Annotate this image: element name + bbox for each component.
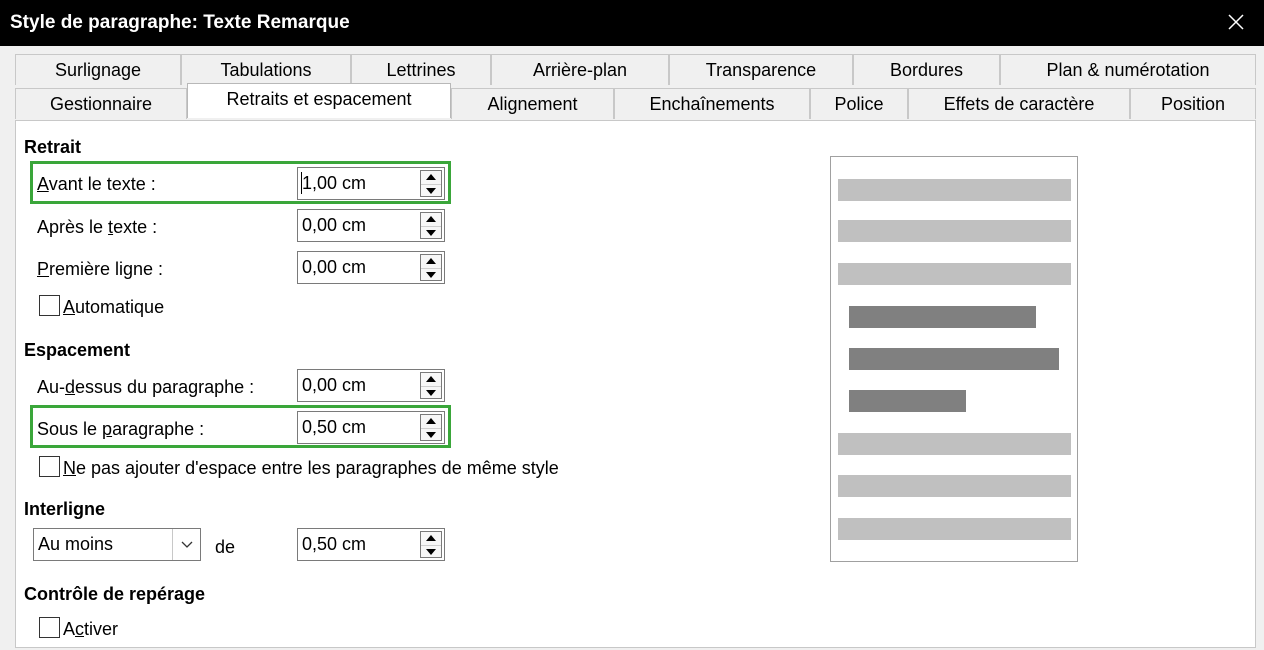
premiere-ligne-spinner [420, 254, 442, 281]
tab-transparence[interactable]: Transparence [669, 54, 853, 85]
decrement-button[interactable] [421, 428, 441, 441]
interligne-spinner [420, 531, 442, 558]
increment-button[interactable] [421, 255, 441, 268]
interligne-select[interactable]: Au moins [33, 528, 201, 561]
sous-paragraphe-label: Sous le paragraphe : [37, 419, 205, 439]
tab-surlignage[interactable]: Surlignage [15, 54, 181, 85]
increment-button[interactable] [421, 415, 441, 428]
increment-button[interactable] [421, 213, 441, 226]
chevron-down-icon [181, 541, 193, 548]
tab-alignement[interactable]: Alignement [451, 88, 614, 119]
tab-enchainements[interactable]: Enchaînements [614, 88, 810, 119]
espacement-heading: Espacement [24, 340, 131, 360]
decrement-button[interactable] [421, 268, 441, 281]
dessus-paragraphe-label: Au-dessus du paragraphe : [37, 377, 255, 397]
retrait-heading: Retrait [24, 137, 82, 157]
window-title: Style de paragraphe: Texte Remarque [10, 12, 350, 33]
dessus-paragraphe-field[interactable]: 0,00 cm [297, 369, 445, 402]
preview-current-line [849, 306, 1036, 328]
up-arrow-icon [426, 258, 436, 264]
up-arrow-icon [426, 535, 436, 541]
avant-texte-label: Avant le texte : [37, 174, 156, 194]
automatique-checkbox[interactable] [39, 295, 60, 316]
tab-effets-caractere[interactable]: Effets de caractère [908, 88, 1130, 119]
reperage-heading: Contrôle de repérage [24, 584, 206, 604]
down-arrow-icon [426, 549, 436, 555]
avant-texte-field[interactable]: 1,00 cm [297, 167, 445, 200]
activer-label: Activer [63, 619, 119, 639]
interligne-de-label: de [215, 537, 236, 557]
activer-checkbox[interactable] [39, 617, 60, 638]
ne-pas-ajouter-label: Ne pas ajouter d'espace entre les paragr… [63, 458, 559, 478]
dropdown-button[interactable] [172, 529, 200, 560]
decrement-button[interactable] [421, 386, 441, 399]
preview-line [838, 220, 1071, 242]
tab-bordures[interactable]: Bordures [853, 54, 1000, 85]
tab-gestionnaire[interactable]: Gestionnaire [15, 88, 187, 119]
decrement-button[interactable] [421, 184, 441, 197]
dessus-paragraphe-spinner [420, 372, 442, 399]
up-arrow-icon [426, 216, 436, 222]
decrement-button[interactable] [421, 545, 441, 558]
down-arrow-icon [426, 390, 436, 396]
avant-texte-spinner [420, 170, 442, 197]
preview-line [838, 475, 1071, 497]
down-arrow-icon [426, 432, 436, 438]
apres-texte-spinner [420, 212, 442, 239]
preview-line [838, 433, 1071, 455]
interligne-heading: Interligne [24, 499, 106, 519]
automatique-label: Automatique [63, 297, 165, 317]
down-arrow-icon [426, 230, 436, 236]
premiere-ligne-field[interactable]: 0,00 cm [297, 251, 445, 284]
increment-button[interactable] [421, 373, 441, 386]
apres-texte-field[interactable]: 0,00 cm [297, 209, 445, 242]
increment-button[interactable] [421, 532, 441, 545]
apres-texte-label: Après le texte : [37, 217, 158, 237]
premiere-ligne-label: Première ligne : [37, 259, 164, 279]
decrement-button[interactable] [421, 226, 441, 239]
paragraph-preview [830, 156, 1078, 562]
close-icon[interactable] [1222, 8, 1250, 36]
preview-line [838, 263, 1071, 285]
sous-paragraphe-field[interactable]: 0,50 cm [297, 411, 445, 444]
down-arrow-icon [426, 272, 436, 278]
ne-pas-ajouter-checkbox[interactable] [39, 456, 60, 477]
preview-line [838, 518, 1071, 540]
up-arrow-icon [426, 376, 436, 382]
tab-plan-numerotation[interactable]: Plan & numérotation [1000, 54, 1256, 85]
sous-paragraphe-spinner [420, 414, 442, 441]
tab-retraits-espacement[interactable]: Retraits et espacement [187, 83, 451, 118]
up-arrow-icon [426, 418, 436, 424]
tab-lettrines[interactable]: Lettrines [351, 54, 491, 85]
tab-police[interactable]: Police [810, 88, 908, 119]
down-arrow-icon [426, 188, 436, 194]
preview-line [838, 179, 1071, 201]
up-arrow-icon [426, 174, 436, 180]
preview-current-line [849, 390, 966, 412]
interligne-value-field[interactable]: 0,50 cm [297, 528, 445, 561]
tab-arriere-plan[interactable]: Arrière-plan [491, 54, 669, 85]
tab-tabulations[interactable]: Tabulations [181, 54, 351, 85]
increment-button[interactable] [421, 171, 441, 184]
title-bar: Style de paragraphe: Texte Remarque [0, 0, 1264, 46]
preview-current-line [849, 348, 1059, 370]
tab-position[interactable]: Position [1130, 88, 1256, 119]
